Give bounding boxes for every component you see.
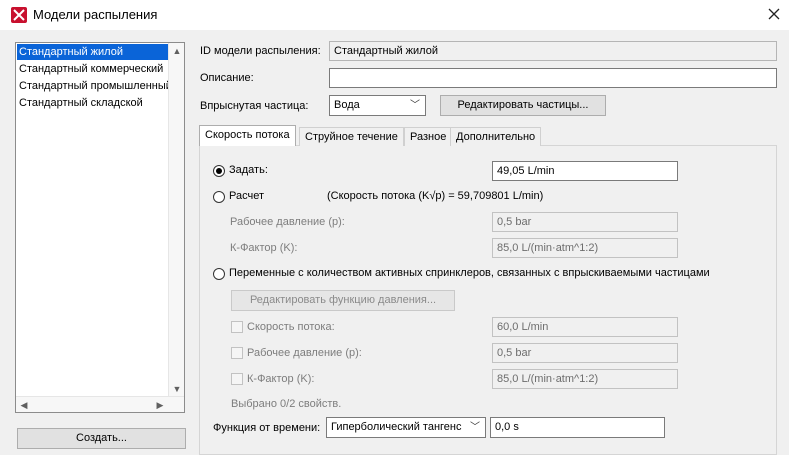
description-label: Описание: <box>200 72 254 84</box>
cb-kfactor-field[interactable]: 85,0 L/(min·atm^1:2) <box>492 369 678 389</box>
id-field[interactable]: Стандартный жилой <box>329 41 777 61</box>
variable-label: Переменные с количеством активных спринк… <box>229 267 710 279</box>
particle-select[interactable]: Вода ﹀ <box>329 95 426 116</box>
particle-label: Впрыснутая частица: <box>200 100 309 112</box>
specify-field[interactable]: 49,05 L/min <box>492 161 678 181</box>
chevron-down-icon: ﹀ <box>470 422 480 433</box>
variable-radio[interactable] <box>213 268 225 280</box>
description-field[interactable] <box>329 68 777 88</box>
pressure-label: Рабочее давление (p): <box>230 216 345 228</box>
calc-radio[interactable] <box>213 191 225 203</box>
kfactor-label: К-Фактор (K): <box>230 242 298 254</box>
pressure-checkbox[interactable] <box>231 347 243 359</box>
scroll-up-icon[interactable]: ▲ <box>169 43 185 59</box>
specify-label: Задать: <box>229 164 268 176</box>
cb-kfactor-label: К-Фактор (K): <box>247 373 315 385</box>
scroll-right-icon[interactable]: ▶ <box>152 397 168 413</box>
kfactor-field[interactable]: 85,0 L/(min·atm^1:2) <box>492 238 678 258</box>
spray-model-list[interactable]: Стандартный жилой Стандартный коммерческ… <box>15 42 185 413</box>
edit-pressure-function-button[interactable]: Редактировать функцию давления... <box>231 290 455 311</box>
kfactor-checkbox[interactable] <box>231 373 243 385</box>
pressure-field[interactable]: 0,5 bar <box>492 212 678 232</box>
time-function-value: Гиперболический тангенс <box>331 421 462 433</box>
create-button[interactable]: Создать... <box>17 428 186 449</box>
list-item[interactable]: Стандартный складской <box>17 95 168 111</box>
calc-formula: (Скорость потока (K√p) = 59,709801 L/min… <box>327 190 544 202</box>
window-title: Модели распыления <box>33 7 158 22</box>
list-item[interactable]: Стандартный жилой <box>17 44 168 60</box>
cb-pressure-label: Рабочее давление (p): <box>247 347 362 359</box>
edit-particles-button[interactable]: Редактировать частицы... <box>440 95 606 116</box>
time-field[interactable]: 0,0 s <box>490 417 665 438</box>
cb-flow-label: Скорость потока: <box>247 321 335 333</box>
particle-select-value: Вода <box>334 99 360 111</box>
close-icon[interactable] <box>765 5 783 23</box>
specify-radio[interactable] <box>213 165 225 177</box>
tab-jet-flow[interactable]: Струйное течение <box>299 127 404 146</box>
cb-pressure-field[interactable]: 0,5 bar <box>492 343 678 363</box>
list-item[interactable]: Стандартный промышленный <box>17 78 172 94</box>
time-function-select[interactable]: Гиперболический тангенс ﹀ <box>326 417 486 438</box>
selected-count: Выбрано 0/2 свойств. <box>231 398 342 410</box>
time-function-label: Функция от времени: <box>213 422 321 434</box>
tab-misc[interactable]: Разное <box>404 127 453 146</box>
app-icon <box>11 7 27 23</box>
horizontal-scrollbar[interactable]: ◀ ▶ <box>16 396 184 412</box>
calc-label: Расчет <box>229 190 264 202</box>
id-label: ID модели распыления: <box>200 45 321 57</box>
chevron-down-icon: ﹀ <box>410 100 420 111</box>
flow-rate-checkbox[interactable] <box>231 321 243 333</box>
tab-additional[interactable]: Дополнительно <box>450 127 542 146</box>
tab-flow-rate[interactable]: Скорость потока <box>199 125 296 146</box>
vertical-scrollbar[interactable]: ▲ ▼ <box>168 43 184 397</box>
scroll-down-icon[interactable]: ▼ <box>169 381 185 397</box>
scroll-left-icon[interactable]: ◀ <box>16 397 32 413</box>
cb-flow-field[interactable]: 60,0 L/min <box>492 317 678 337</box>
list-item[interactable]: Стандартный коммерческий <box>17 61 168 77</box>
